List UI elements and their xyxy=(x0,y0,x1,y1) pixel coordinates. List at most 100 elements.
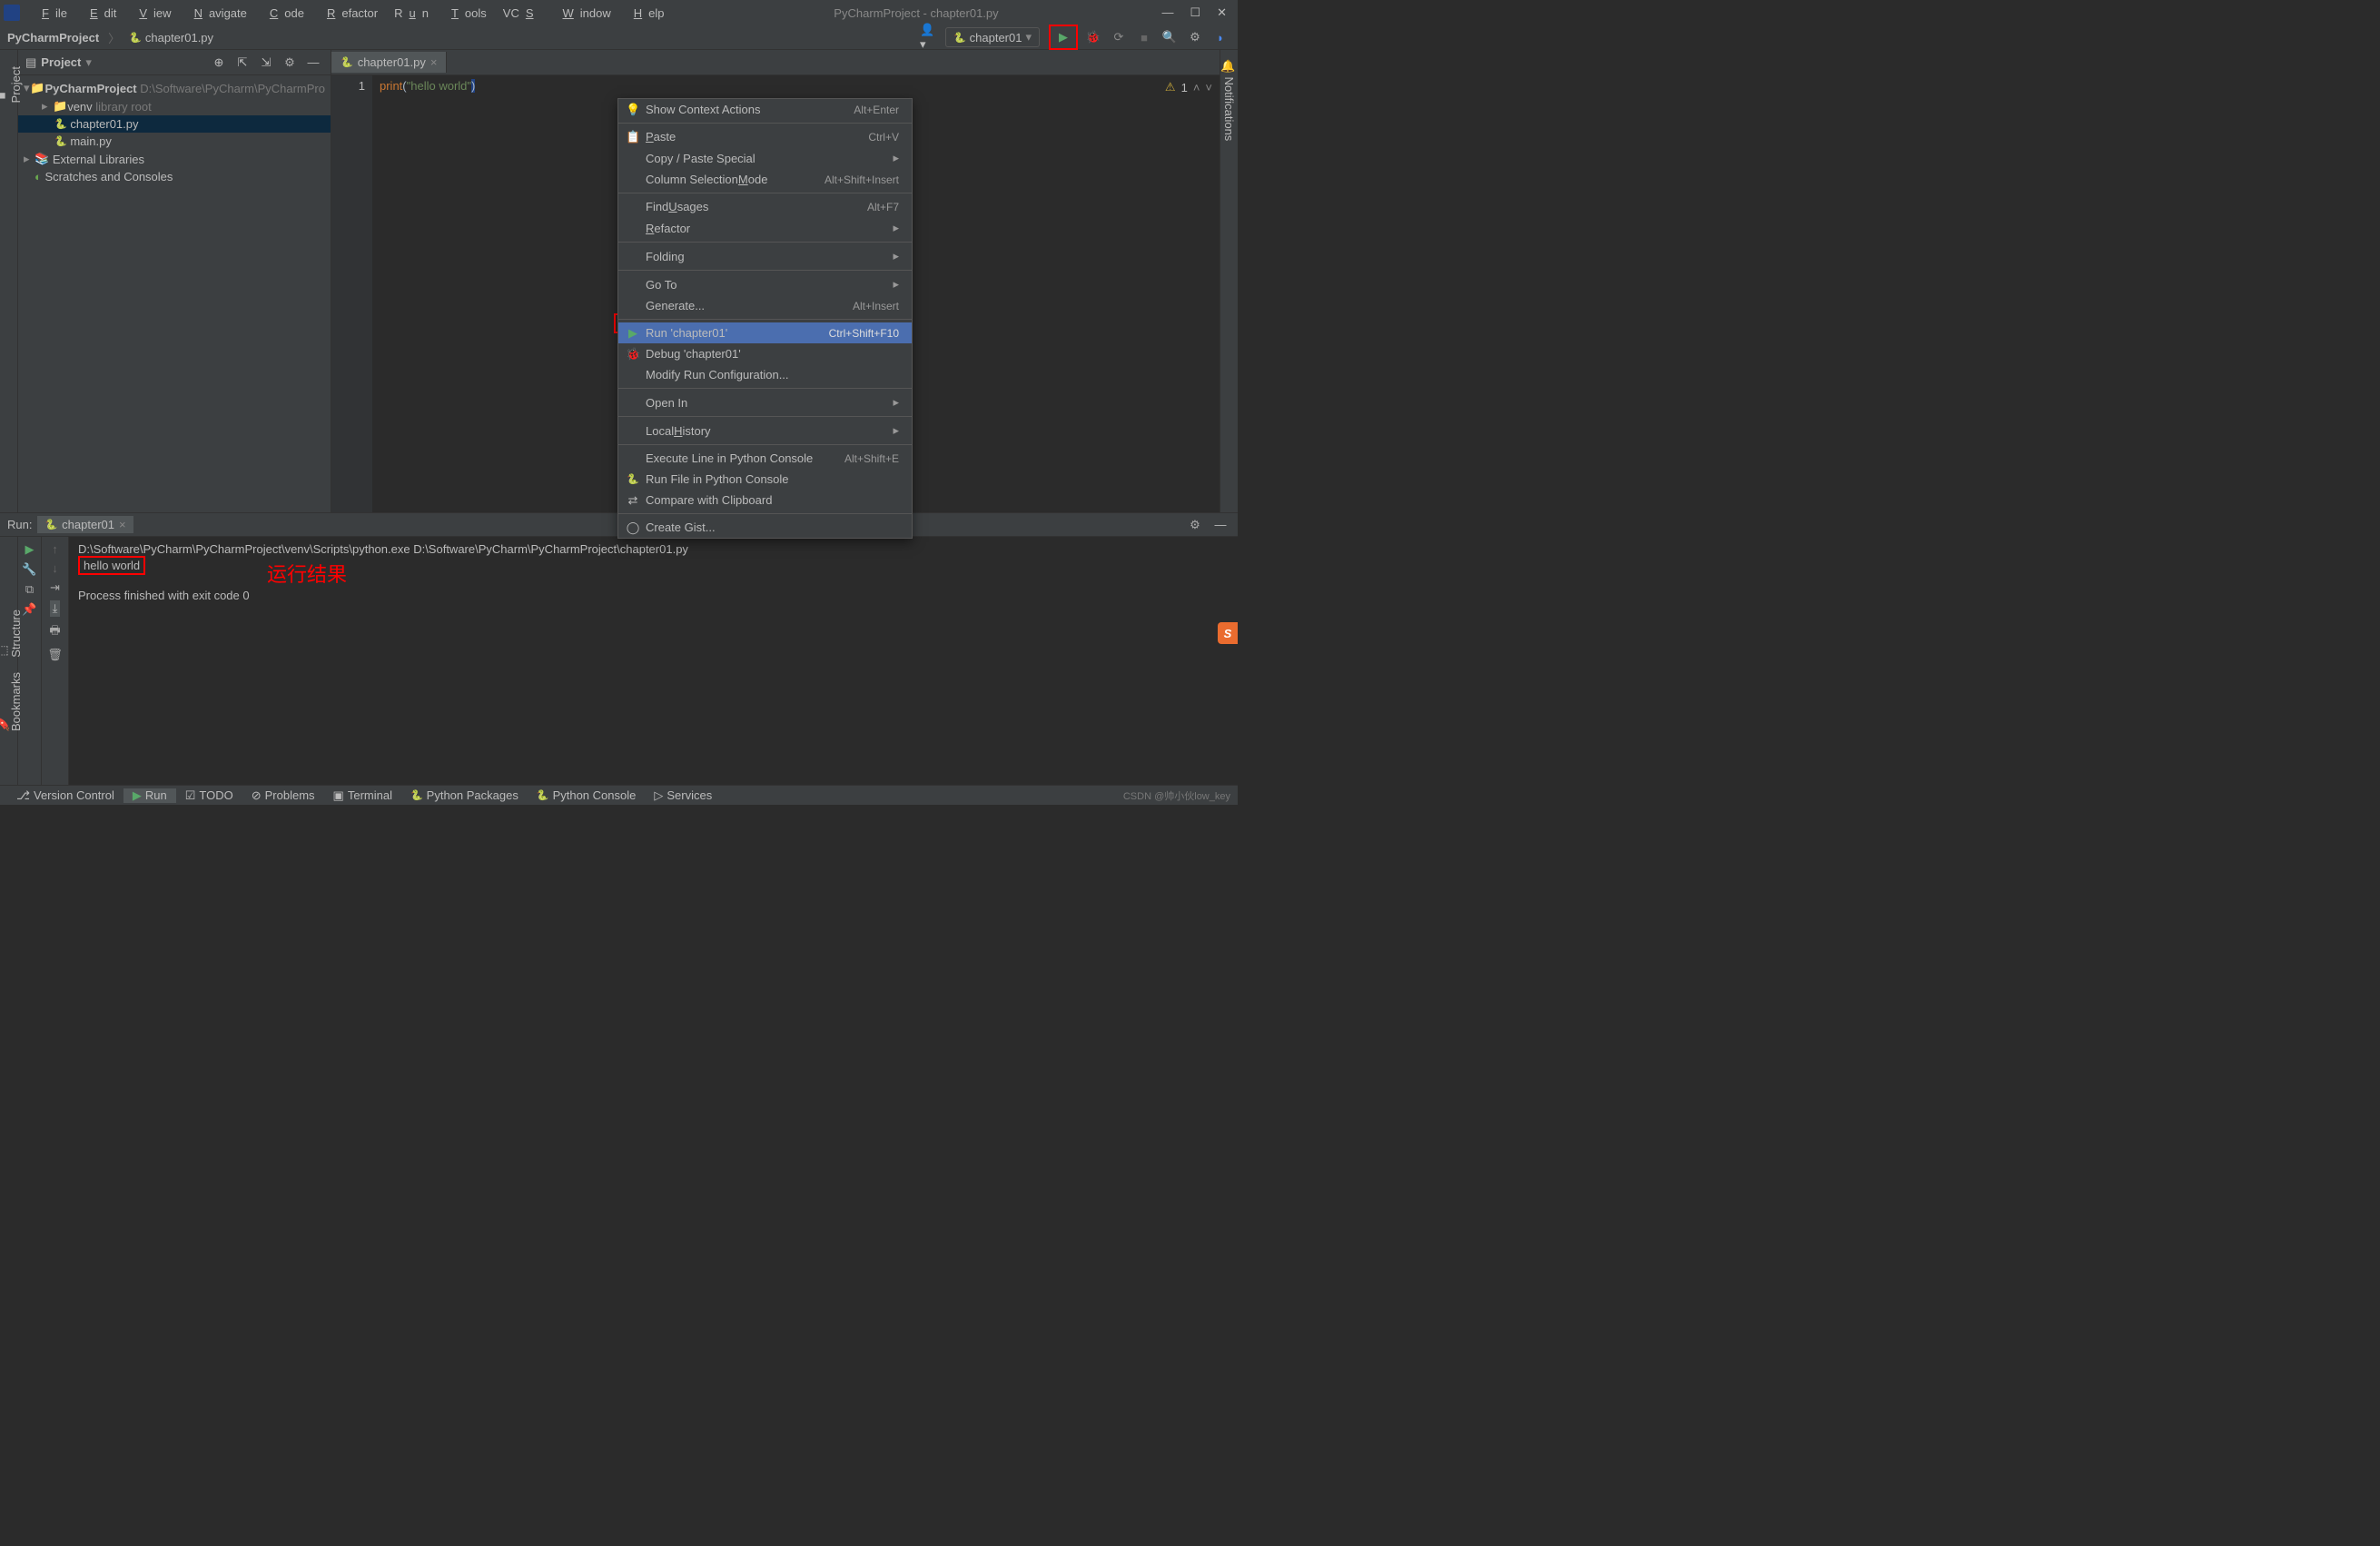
menu-debug-file[interactable]: 🐞Debug 'chapter01' xyxy=(618,343,912,364)
soft-wrap-icon[interactable]: ⇥ xyxy=(50,580,60,595)
minimize-icon[interactable]: — xyxy=(1161,5,1173,20)
status-run[interactable]: ▶Run xyxy=(123,788,176,803)
close-tab-icon[interactable]: × xyxy=(430,55,438,69)
chevron-down-icon[interactable]: ▾ xyxy=(85,55,92,70)
status-console[interactable]: 🐍Python Console xyxy=(528,788,645,802)
layout-icon[interactable]: ⧉ xyxy=(25,582,34,597)
run-console[interactable]: D:\Software\PyCharm\PyCharmProject\venv\… xyxy=(69,537,1238,785)
menu-code[interactable]: Code xyxy=(257,4,311,23)
panel-settings-icon[interactable]: ⚙ xyxy=(280,53,300,73)
menu-help[interactable]: Help xyxy=(621,4,671,23)
up-arrow-icon[interactable]: ↑ xyxy=(52,542,58,556)
menu-edit[interactable]: Edit xyxy=(77,4,123,23)
tree-root[interactable]: ▾📁 PyCharmProject D:\Software\PyCharm\Py… xyxy=(18,79,331,97)
account-icon[interactable]: 👤▾ xyxy=(920,27,940,47)
run-button[interactable]: ▶ xyxy=(1053,27,1073,47)
menu-show-context-actions[interactable]: 💡Show Context ActionsAlt+Enter xyxy=(618,99,912,120)
menu-modify-run-config[interactable]: Modify Run Configuration... xyxy=(618,364,912,385)
floating-badge[interactable]: S xyxy=(1218,622,1238,644)
menu-find-usages[interactable]: Find UsagesAlt+F7 xyxy=(618,196,912,217)
window-controls: — ☐ ✕ xyxy=(1161,5,1227,20)
status-problems[interactable]: ⊘Problems xyxy=(242,788,324,803)
breadcrumb-file[interactable]: chapter01.py xyxy=(145,31,213,45)
tree-external-libs[interactable]: ▸📚 External Libraries xyxy=(18,150,331,168)
maximize-icon[interactable]: ☐ xyxy=(1190,5,1200,20)
stop-button[interactable]: ■ xyxy=(1134,27,1154,47)
debug-button[interactable]: 🐞 xyxy=(1083,27,1103,47)
down-arrow-icon[interactable]: ↓ xyxy=(52,561,58,575)
menu-run-in-console[interactable]: 🐍Run File in Python Console xyxy=(618,469,912,490)
menu-view[interactable]: View xyxy=(126,4,177,23)
pin-icon[interactable]: 📌 xyxy=(22,602,36,617)
scroll-end-icon[interactable]: ⤓ xyxy=(50,600,61,617)
python-icon: 🐍 xyxy=(410,789,423,801)
hide-panel-icon[interactable]: — xyxy=(303,53,323,73)
status-services[interactable]: ▷Services xyxy=(645,788,721,803)
menu-compare-clipboard[interactable]: ⇄Compare with Clipboard xyxy=(618,490,912,510)
menu-refactor[interactable]: Refactor xyxy=(314,4,384,23)
menu-goto[interactable]: Go To▸ xyxy=(618,273,912,295)
run-config-selector[interactable]: 🐍 chapter01 ▾ xyxy=(945,27,1040,47)
tool-tab-bookmarks[interactable]: 🔖 Bookmarks xyxy=(0,672,23,731)
menu-navigate[interactable]: Navigate xyxy=(182,4,253,23)
collapse-all-icon[interactable]: ⇲ xyxy=(256,53,276,73)
run-settings-icon[interactable]: ⚙ xyxy=(1185,515,1205,535)
select-opened-file-icon[interactable]: ⊕ xyxy=(209,53,229,73)
menu-open-in[interactable]: Open In▸ xyxy=(618,391,912,413)
prev-highlight-icon[interactable]: ˄ xyxy=(1193,81,1200,94)
trash-icon[interactable]: 🗑 xyxy=(47,648,63,662)
tree-file-chapter01[interactable]: 🐍 chapter01.py xyxy=(18,115,331,133)
print-icon[interactable]: 🖶 xyxy=(49,622,60,642)
wrench-icon[interactable]: 🔧 xyxy=(22,562,36,577)
menu-paste[interactable]: 📋PasteCtrl+V xyxy=(618,126,912,147)
venv-label: venv xyxy=(67,100,92,114)
menu-run[interactable]: Run xyxy=(388,4,435,23)
status-terminal[interactable]: ▣Terminal xyxy=(324,788,401,803)
tree-scratches[interactable]: ◐ Scratches and Consoles xyxy=(18,168,331,185)
tree-venv[interactable]: ▸📁 venv library root xyxy=(18,97,331,115)
tool-tab-structure[interactable]: ⬚ Structure xyxy=(0,609,23,658)
status-packages[interactable]: 🐍Python Packages xyxy=(401,788,528,802)
search-icon[interactable]: 🔍 xyxy=(1160,27,1180,47)
menu-tools[interactable]: Tools xyxy=(439,4,493,23)
rerun-icon[interactable]: ▶ xyxy=(25,542,35,557)
menu-vcs[interactable]: VCS xyxy=(497,4,547,23)
menu-folding[interactable]: Folding▸ xyxy=(618,245,912,267)
tool-tab-project[interactable]: ■ Project xyxy=(0,66,23,103)
run-config-name: chapter01 xyxy=(970,31,1022,45)
breadcrumb-project[interactable]: PyCharmProject xyxy=(7,31,99,45)
tree-file-main[interactable]: 🐍 main.py xyxy=(18,133,331,150)
run-toolbar-secondary: ↑ ↓ ⇥ ⤓ 🖶 🗑 xyxy=(42,537,69,785)
menu-generate[interactable]: Generate...Alt+Insert xyxy=(618,295,912,316)
next-highlight-icon[interactable]: ˅ xyxy=(1205,81,1212,94)
menu-run-file[interactable]: ▶Run 'chapter01'Ctrl+Shift+F10 xyxy=(618,322,912,343)
coverage-button[interactable]: ⟳ xyxy=(1109,27,1129,47)
status-todo[interactable]: ☑TODO xyxy=(176,788,242,803)
settings-icon[interactable]: ⚙ xyxy=(1185,27,1205,47)
menu-execute-line[interactable]: Execute Line in Python ConsoleAlt+Shift+… xyxy=(618,448,912,469)
window-title: PyCharmProject - chapter01.py xyxy=(671,6,1162,20)
expand-all-icon[interactable]: ⇱ xyxy=(232,53,252,73)
menu-paste-special[interactable]: Copy / Paste Special▸ xyxy=(618,147,912,169)
tool-tab-notifications[interactable]: 🔔 Notifications xyxy=(1222,59,1236,141)
menu-window[interactable]: Window xyxy=(550,4,617,23)
close-icon[interactable]: ✕ xyxy=(1217,5,1227,20)
project-root-label: PyCharmProject xyxy=(44,82,136,95)
warning-icon: ⚠ xyxy=(1165,80,1176,94)
menu-create-gist[interactable]: ◯Create Gist... xyxy=(618,517,912,538)
status-version-control[interactable]: ⎇Version Control xyxy=(7,788,123,803)
python-icon: 🐍 xyxy=(626,473,640,485)
project-panel-title[interactable]: Project xyxy=(41,55,81,69)
menu-local-history[interactable]: Local History▸ xyxy=(618,420,912,441)
bulb-icon: 💡 xyxy=(626,103,640,117)
editor-inspection-status[interactable]: ⚠ 1 ˄ ˅ xyxy=(1165,80,1212,94)
editor-tab[interactable]: 🐍 chapter01.py × xyxy=(331,52,447,73)
menu-file[interactable]: File xyxy=(29,4,74,23)
menu-refactor[interactable]: Refactor▸ xyxy=(618,217,912,239)
close-tab-icon[interactable]: × xyxy=(119,518,126,531)
hide-run-panel-icon[interactable]: — xyxy=(1210,515,1230,535)
run-tab[interactable]: 🐍 chapter01 × xyxy=(37,516,133,533)
ide-features-icon[interactable]: ◗ xyxy=(1210,27,1230,47)
menu-column-selection[interactable]: Column Selection ModeAlt+Shift+Insert xyxy=(618,169,912,190)
watermark-credit: CSDN @帅小伙low_key xyxy=(1123,788,1230,803)
